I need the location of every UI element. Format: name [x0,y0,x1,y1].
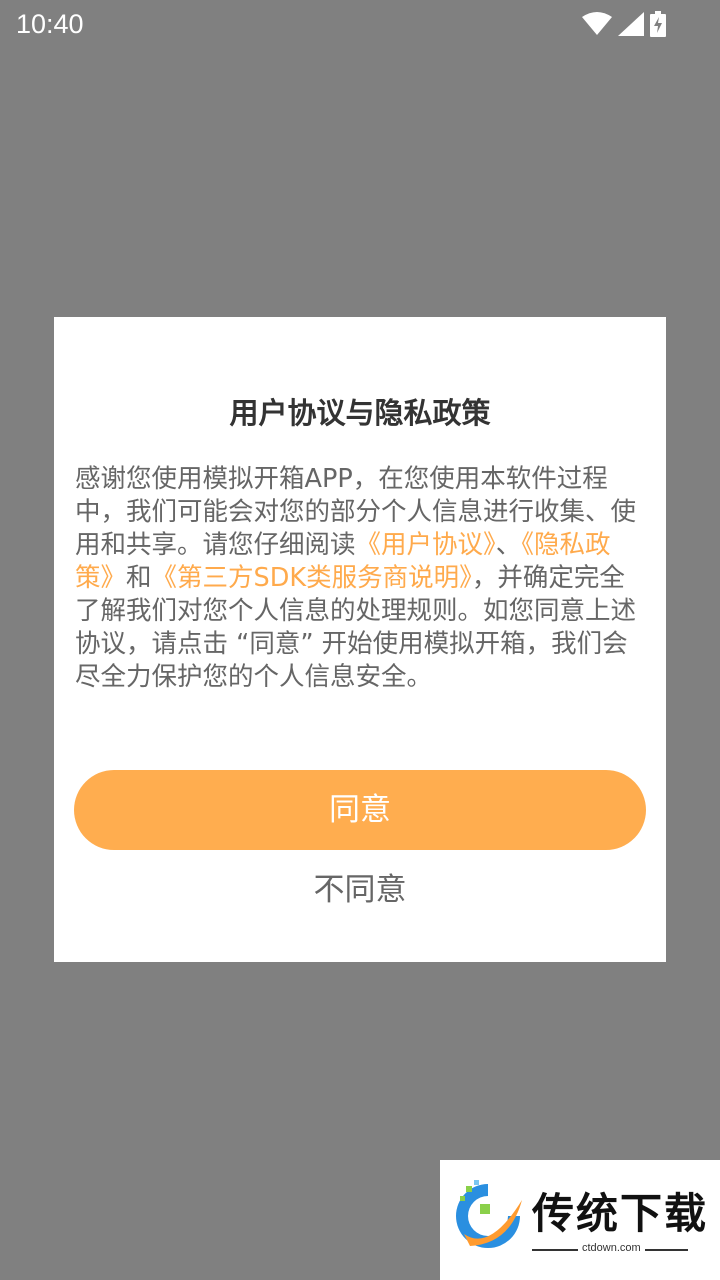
battery-charging-icon [650,11,666,37]
watermark-title: 传统下载 [532,1189,709,1238]
policy-link[interactable]: 《用户协议》 [356,530,496,560]
signal-icon [618,12,644,36]
watermark-subtitle: ctdown.com [578,1242,645,1254]
watermark: 传统下载 ctdown.com [440,1160,720,1280]
wifi-icon [582,12,612,36]
agree-button[interactable]: 同意 [74,770,646,850]
status-bar: 10:40 [0,0,720,48]
body-text: 、 [495,530,522,560]
status-icons [582,10,666,38]
watermark-logo-icon [450,1174,526,1260]
body-text: 和 [126,563,152,593]
disagree-button[interactable]: 不同意 [260,868,460,912]
dialog-body: 感谢您使用模拟开箱APP，在您使用本软件过程中，我们可能会对您的部分个人信息进行… [75,463,647,694]
policy-link[interactable]: 《第三方SDK类服务商说明》 [152,563,472,593]
dialog-title: 用户协议与隐私政策 [229,396,491,430]
status-time: 10:40 [16,9,84,39]
